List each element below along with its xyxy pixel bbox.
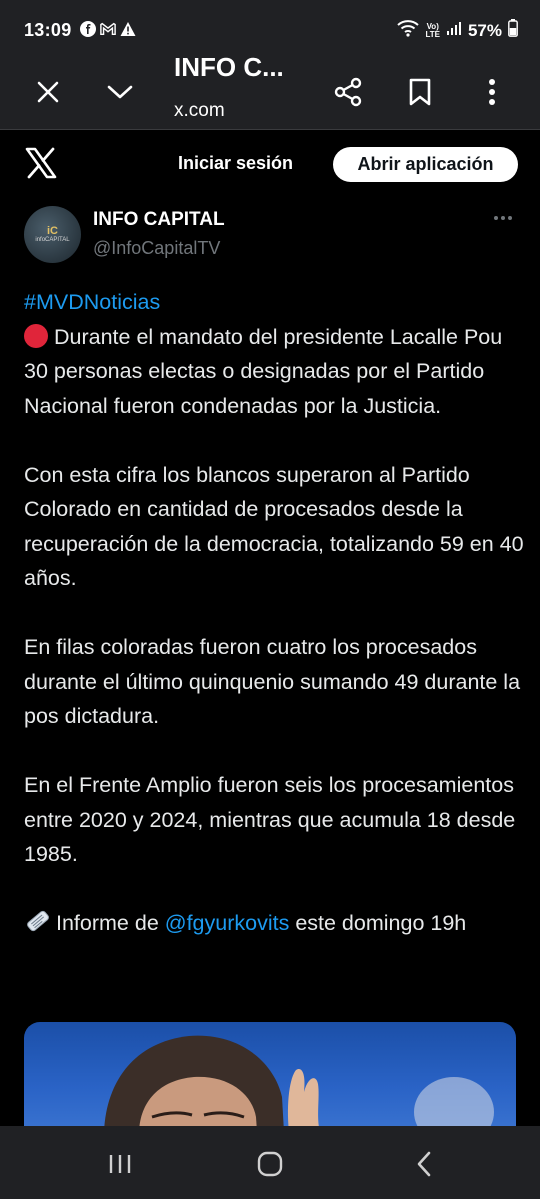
share-button[interactable]	[324, 68, 372, 116]
avatar-initials: iC	[47, 224, 58, 237]
tweet-paragraph-4: En el Frente Amplio fueron seis los proc…	[24, 773, 516, 866]
warning-icon	[120, 21, 136, 37]
system-nav-bar	[0, 1126, 540, 1199]
collapse-button[interactable]	[96, 68, 144, 116]
mention-link[interactable]: @fgyurkovits	[165, 911, 290, 935]
informe-suffix: este domingo 19h	[289, 911, 467, 935]
menu-button[interactable]	[468, 68, 516, 116]
status-time: 13:09	[24, 20, 72, 40]
home-button[interactable]	[246, 1144, 294, 1184]
status-right-group: Vo) LTE 57%	[397, 19, 518, 42]
tweet-text: #MVDNoticias Durante el mandato del pres…	[24, 285, 524, 941]
back-icon	[417, 1151, 431, 1177]
tweet-media-image[interactable]	[24, 1022, 516, 1132]
avatar[interactable]: iC infoCAPITAL	[24, 206, 81, 263]
open-app-button[interactable]: Abrir aplicación	[333, 147, 518, 182]
author-name[interactable]: INFO CAPITAL	[93, 209, 225, 231]
battery-percent: 57%	[467, 20, 502, 40]
header-divider	[0, 129, 540, 130]
tweet-more-button[interactable]	[488, 208, 518, 228]
page-url: x.com	[174, 100, 225, 121]
signal-icon	[446, 20, 462, 41]
page-title: INFO C...	[174, 52, 284, 82]
recent-apps-icon	[109, 1155, 131, 1173]
tweet-paragraph-2: Con esta cifra los blancos superaron al …	[24, 462, 524, 591]
close-icon	[37, 81, 59, 103]
informe-prefix: Informe de	[56, 911, 165, 935]
chevron-down-icon	[107, 85, 133, 99]
gmail-icon	[100, 21, 116, 37]
close-button[interactable]	[24, 68, 72, 116]
author-handle[interactable]: @InfoCapitalTV	[93, 238, 220, 259]
hashtag-link[interactable]: #MVDNoticias	[24, 290, 160, 314]
battery-icon	[508, 19, 518, 42]
tweet-paragraph-1: Durante el mandato del presidente Lacall…	[24, 324, 503, 418]
bookmark-icon	[409, 78, 431, 106]
newspaper-icon	[24, 907, 52, 935]
avatar-caption: infoCAPITAL	[35, 236, 70, 243]
share-icon	[334, 77, 362, 107]
home-icon	[257, 1151, 283, 1177]
login-link[interactable]: Iniciar sesión	[178, 153, 293, 174]
tweet-paragraph-3: En filas coloradas fueron cuatro los pro…	[24, 635, 521, 728]
bookmark-button[interactable]	[396, 68, 444, 116]
more-vertical-icon	[489, 79, 495, 105]
red-circle-icon	[24, 323, 48, 348]
volte-indicator: Vo) LTE	[425, 21, 440, 39]
recent-apps-button[interactable]	[96, 1144, 144, 1184]
status-bar: 13:09 Vo) LTE 57%	[0, 0, 540, 58]
more-horizontal-icon	[494, 216, 512, 220]
wifi-icon	[397, 19, 420, 42]
notification-icons	[80, 21, 136, 37]
back-button[interactable]	[400, 1144, 448, 1184]
facebook-icon	[80, 21, 96, 37]
x-logo-icon[interactable]	[24, 146, 58, 180]
